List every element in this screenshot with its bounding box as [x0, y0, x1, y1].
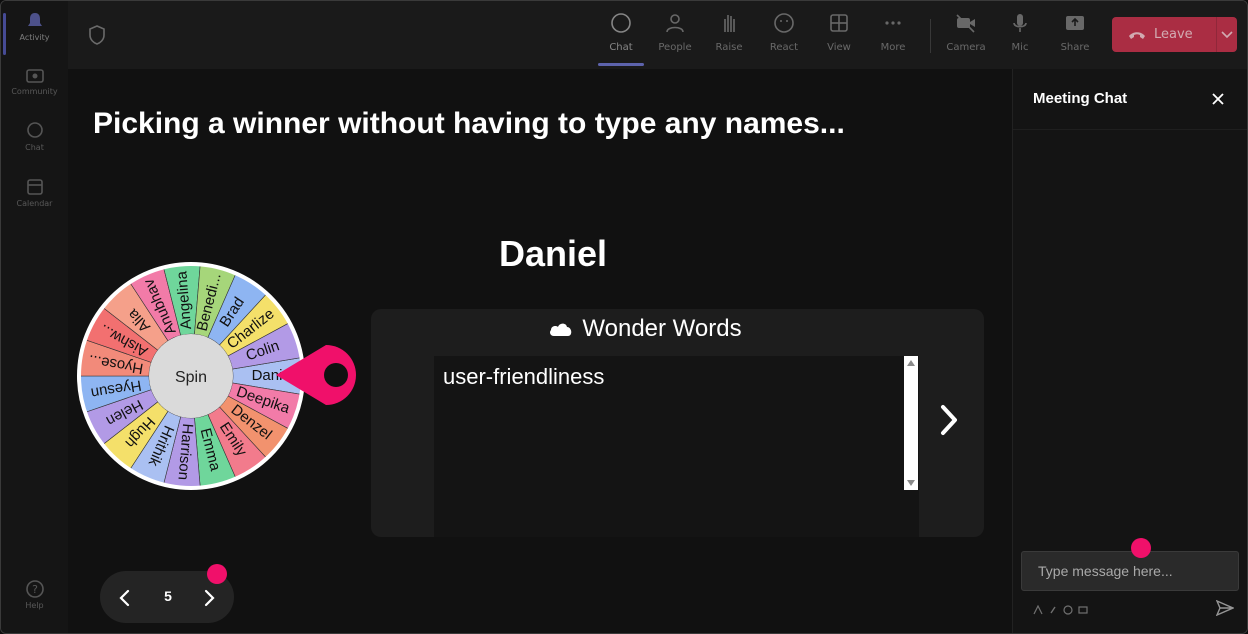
chat-header: Meeting Chat: [1013, 69, 1247, 130]
cursor-indicator: [207, 564, 227, 584]
teams-window: Activity Community Chat Calendar ? Help …: [0, 0, 1248, 634]
toolbar-mic-label: Mic: [1011, 42, 1029, 53]
meeting-chat-panel: Meeting Chat: [1012, 69, 1247, 633]
chat-icon: [26, 122, 43, 138]
cursor-indicator-chat: [1131, 538, 1151, 558]
toolbar-divider: [930, 19, 931, 53]
chevron-down-icon: [1221, 30, 1233, 38]
next-word-button[interactable]: [938, 403, 960, 441]
meeting-toolbar: Chat People Raise React View More Camera: [68, 1, 1247, 69]
word-scrollbar[interactable]: [904, 356, 918, 490]
toolbar-share-button[interactable]: Share: [1050, 11, 1100, 53]
grid-view-icon: [830, 14, 848, 32]
cloud-icon: [550, 323, 572, 336]
app-rail: Activity Community Chat Calendar ? Help: [1, 1, 68, 633]
more-dots-icon: [885, 21, 901, 25]
smiley-icon: [774, 13, 794, 33]
chat-active-indicator: [598, 63, 644, 66]
emoji-icon[interactable]: [1063, 605, 1073, 615]
people-icon: [666, 14, 684, 33]
next-slide-button[interactable]: [202, 588, 216, 612]
leave-options-button[interactable]: [1217, 30, 1237, 39]
toolbar-camera-label: Camera: [946, 42, 986, 53]
rail-label-calendar: Calendar: [16, 199, 53, 208]
toolbar-share-label: Share: [1060, 42, 1090, 53]
toolbar-more-label: More: [880, 42, 906, 53]
toolbar-chat-button[interactable]: Chat: [596, 11, 646, 53]
wheel-graphic[interactable]: DaniDeepikaDenzelEmilyEmmaHarrisonHrithi…: [76, 262, 376, 492]
rail-item-calendar[interactable]: Calendar: [1, 177, 68, 208]
close-icon[interactable]: [1211, 92, 1225, 106]
chat-title: Meeting Chat: [1033, 90, 1128, 107]
toolbar-chat-label: Chat: [609, 42, 633, 53]
toolbar-raise-label: Raise: [715, 42, 743, 53]
hang-up-icon: [1129, 31, 1145, 39]
rail-item-help[interactable]: ? Help: [1, 579, 68, 610]
scroll-up-icon[interactable]: [907, 360, 915, 366]
word-display: user-friendliness: [434, 356, 919, 537]
chevron-left-icon: [119, 589, 130, 607]
camera-off-icon: [956, 14, 975, 33]
send-icon[interactable]: [1216, 600, 1234, 616]
prev-slide-button[interactable]: [118, 588, 132, 612]
spin-label: Spin: [175, 369, 207, 386]
chevron-right-icon: [941, 405, 957, 435]
gif-icon[interactable]: [1078, 605, 1088, 615]
rail-item-community[interactable]: Community: [1, 67, 68, 96]
rail-item-chat[interactable]: Chat: [1, 121, 68, 152]
toolbar-camera-button[interactable]: Camera: [941, 11, 991, 53]
leave-label: Leave: [1154, 27, 1193, 42]
wonder-words-panel: Wonder Words user-friendliness: [371, 309, 984, 537]
rail-label-activity: Activity: [19, 33, 50, 42]
share-icon: [1066, 16, 1084, 30]
leave-button[interactable]: Leave: [1112, 17, 1237, 52]
chat-bubble-icon: [611, 13, 631, 33]
toolbar-raise-button[interactable]: Raise: [704, 11, 754, 53]
wonder-words-title: Wonder Words: [582, 315, 742, 342]
rail-item-activity[interactable]: Activity: [1, 11, 68, 55]
toolbar-react-label: React: [769, 42, 799, 53]
calendar-icon: [26, 179, 43, 195]
current-word: user-friendliness: [443, 364, 605, 389]
chat-message-input[interactable]: [1021, 551, 1239, 591]
raise-hand-icon: [724, 15, 735, 32]
shared-stage: Picking a winner without having to type …: [68, 69, 1012, 633]
mic-icon: [1013, 14, 1027, 32]
toolbar-people-button[interactable]: People: [650, 11, 700, 53]
help-icon: ?: [25, 580, 44, 598]
scroll-down-icon[interactable]: [907, 480, 915, 486]
toolbar-view-button[interactable]: View: [814, 11, 864, 53]
shield-icon[interactable]: [88, 25, 106, 45]
leave-main[interactable]: Leave: [1112, 27, 1216, 42]
chat-toolbar: [1033, 605, 1088, 615]
rail-label-help: Help: [25, 601, 44, 610]
rail-label-community: Community: [11, 87, 58, 96]
slide-headline: Picking a winner without having to type …: [93, 107, 845, 140]
chevron-right-icon: [204, 589, 215, 607]
format-icon[interactable]: [1033, 605, 1043, 615]
bell-icon: [27, 13, 42, 26]
rail-label-chat: Chat: [25, 143, 44, 152]
svg-text:?: ?: [32, 583, 38, 596]
winner-name: Daniel: [498, 233, 608, 274]
community-icon: [25, 69, 44, 83]
toolbar-view-label: View: [827, 42, 851, 53]
toolbar-mic-button[interactable]: Mic: [995, 11, 1045, 53]
toolbar-react-button[interactable]: React: [759, 11, 809, 53]
attach-icon[interactable]: [1048, 605, 1058, 615]
name-wheel[interactable]: Dani Deepika Denzel Emily Emma Harrison Hrithi…: [76, 262, 376, 492]
wonder-words-header: Wonder Words: [371, 315, 919, 343]
toolbar-people-label: People: [658, 42, 692, 53]
slide-number: 5: [164, 588, 172, 604]
toolbar-more-button[interactable]: More: [868, 11, 918, 53]
